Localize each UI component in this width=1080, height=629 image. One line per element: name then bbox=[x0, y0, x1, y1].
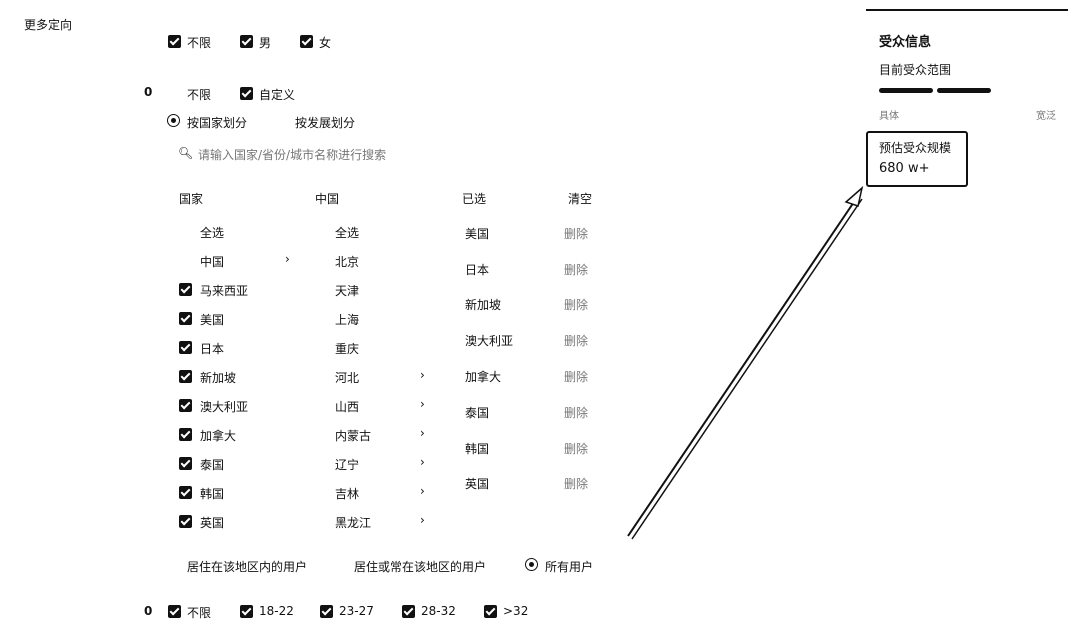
annotation-arrow-icon bbox=[627, 185, 864, 540]
